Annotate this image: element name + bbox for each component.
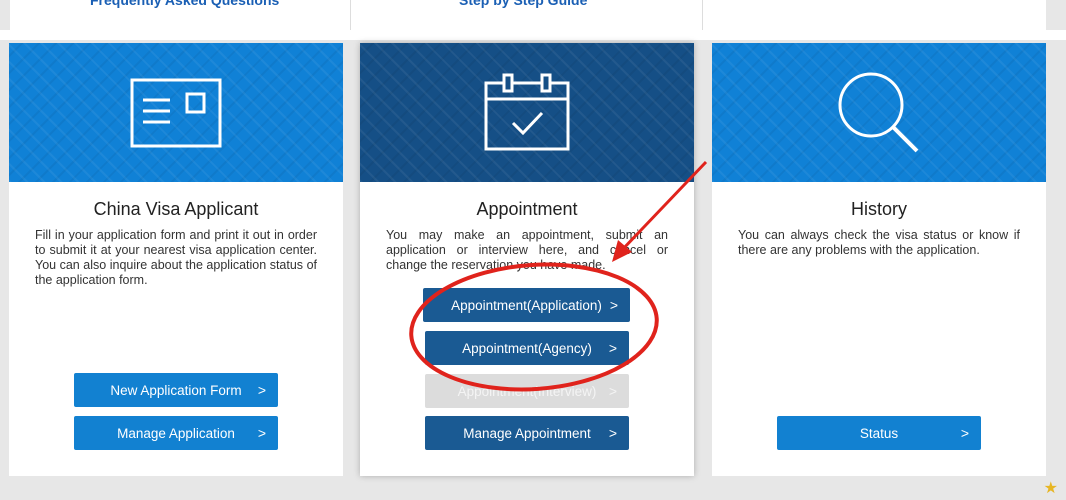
button-label: Appointment(Agency) <box>462 340 592 356</box>
card-description: Fill in your application form and print … <box>35 228 317 287</box>
card-description: You can always check the visa status or … <box>738 228 1020 257</box>
calendar-check-icon <box>484 73 570 150</box>
appointment-hero <box>360 43 694 182</box>
button-label: Manage Appointment <box>463 425 591 441</box>
new-application-form-button[interactable]: New Application Form > <box>74 373 278 407</box>
button-label: Status <box>859 425 899 441</box>
guide-tab[interactable]: Step by Step Guide <box>351 0 691 30</box>
appointment-agency-button[interactable]: Appointment(Agency) > <box>425 331 629 365</box>
manage-application-button[interactable]: Manage Application > <box>74 416 278 450</box>
history-card: History You can always check the visa st… <box>712 43 1046 476</box>
divider <box>702 0 703 30</box>
history-hero <box>712 43 1046 182</box>
search-icon <box>838 72 919 152</box>
card-title: China Visa Applicant <box>93 199 259 219</box>
button-label: New Application Form <box>110 382 242 398</box>
chevron-right-icon: > <box>609 297 618 313</box>
chevron-right-icon: > <box>257 425 266 441</box>
visa-applicant-card: China Visa Applicant Fill in your applic… <box>9 43 343 476</box>
card-title: History <box>850 199 907 219</box>
card-description: You may make an appointment, submit an a… <box>386 228 668 272</box>
faq-link[interactable]: Frequently Asked Questions <box>90 0 279 8</box>
chevron-right-icon: > <box>960 425 969 441</box>
chevron-right-icon: > <box>608 340 617 356</box>
faq-tab[interactable]: Frequently Asked Questions <box>10 0 350 30</box>
star-icon: ★ <box>1043 480 1058 497</box>
chevron-right-icon: > <box>608 425 617 441</box>
chevron-right-icon: > <box>608 383 617 399</box>
appointment-application-button[interactable]: Appointment(Application) > <box>423 288 630 322</box>
top-nav: Frequently Asked Questions Step by Step … <box>10 0 1046 30</box>
button-label: Appointment(Interview) <box>457 383 597 399</box>
card-title: Appointment <box>476 199 578 219</box>
appointment-card: Appointment You may make an appointment,… <box>360 43 694 476</box>
status-button[interactable]: Status > <box>777 416 981 450</box>
id-card-icon <box>130 78 222 147</box>
guide-link[interactable]: Step by Step Guide <box>459 0 587 8</box>
button-label: Appointment(Application) <box>451 297 602 313</box>
nav-bottom-band <box>0 30 1066 40</box>
visa-applicant-hero <box>9 43 343 182</box>
button-label: Manage Application <box>117 425 235 441</box>
manage-appointment-button[interactable]: Manage Appointment > <box>425 416 629 450</box>
appointment-interview-button[interactable]: Appointment(Interview) > <box>425 374 629 408</box>
chevron-right-icon: > <box>257 382 266 398</box>
